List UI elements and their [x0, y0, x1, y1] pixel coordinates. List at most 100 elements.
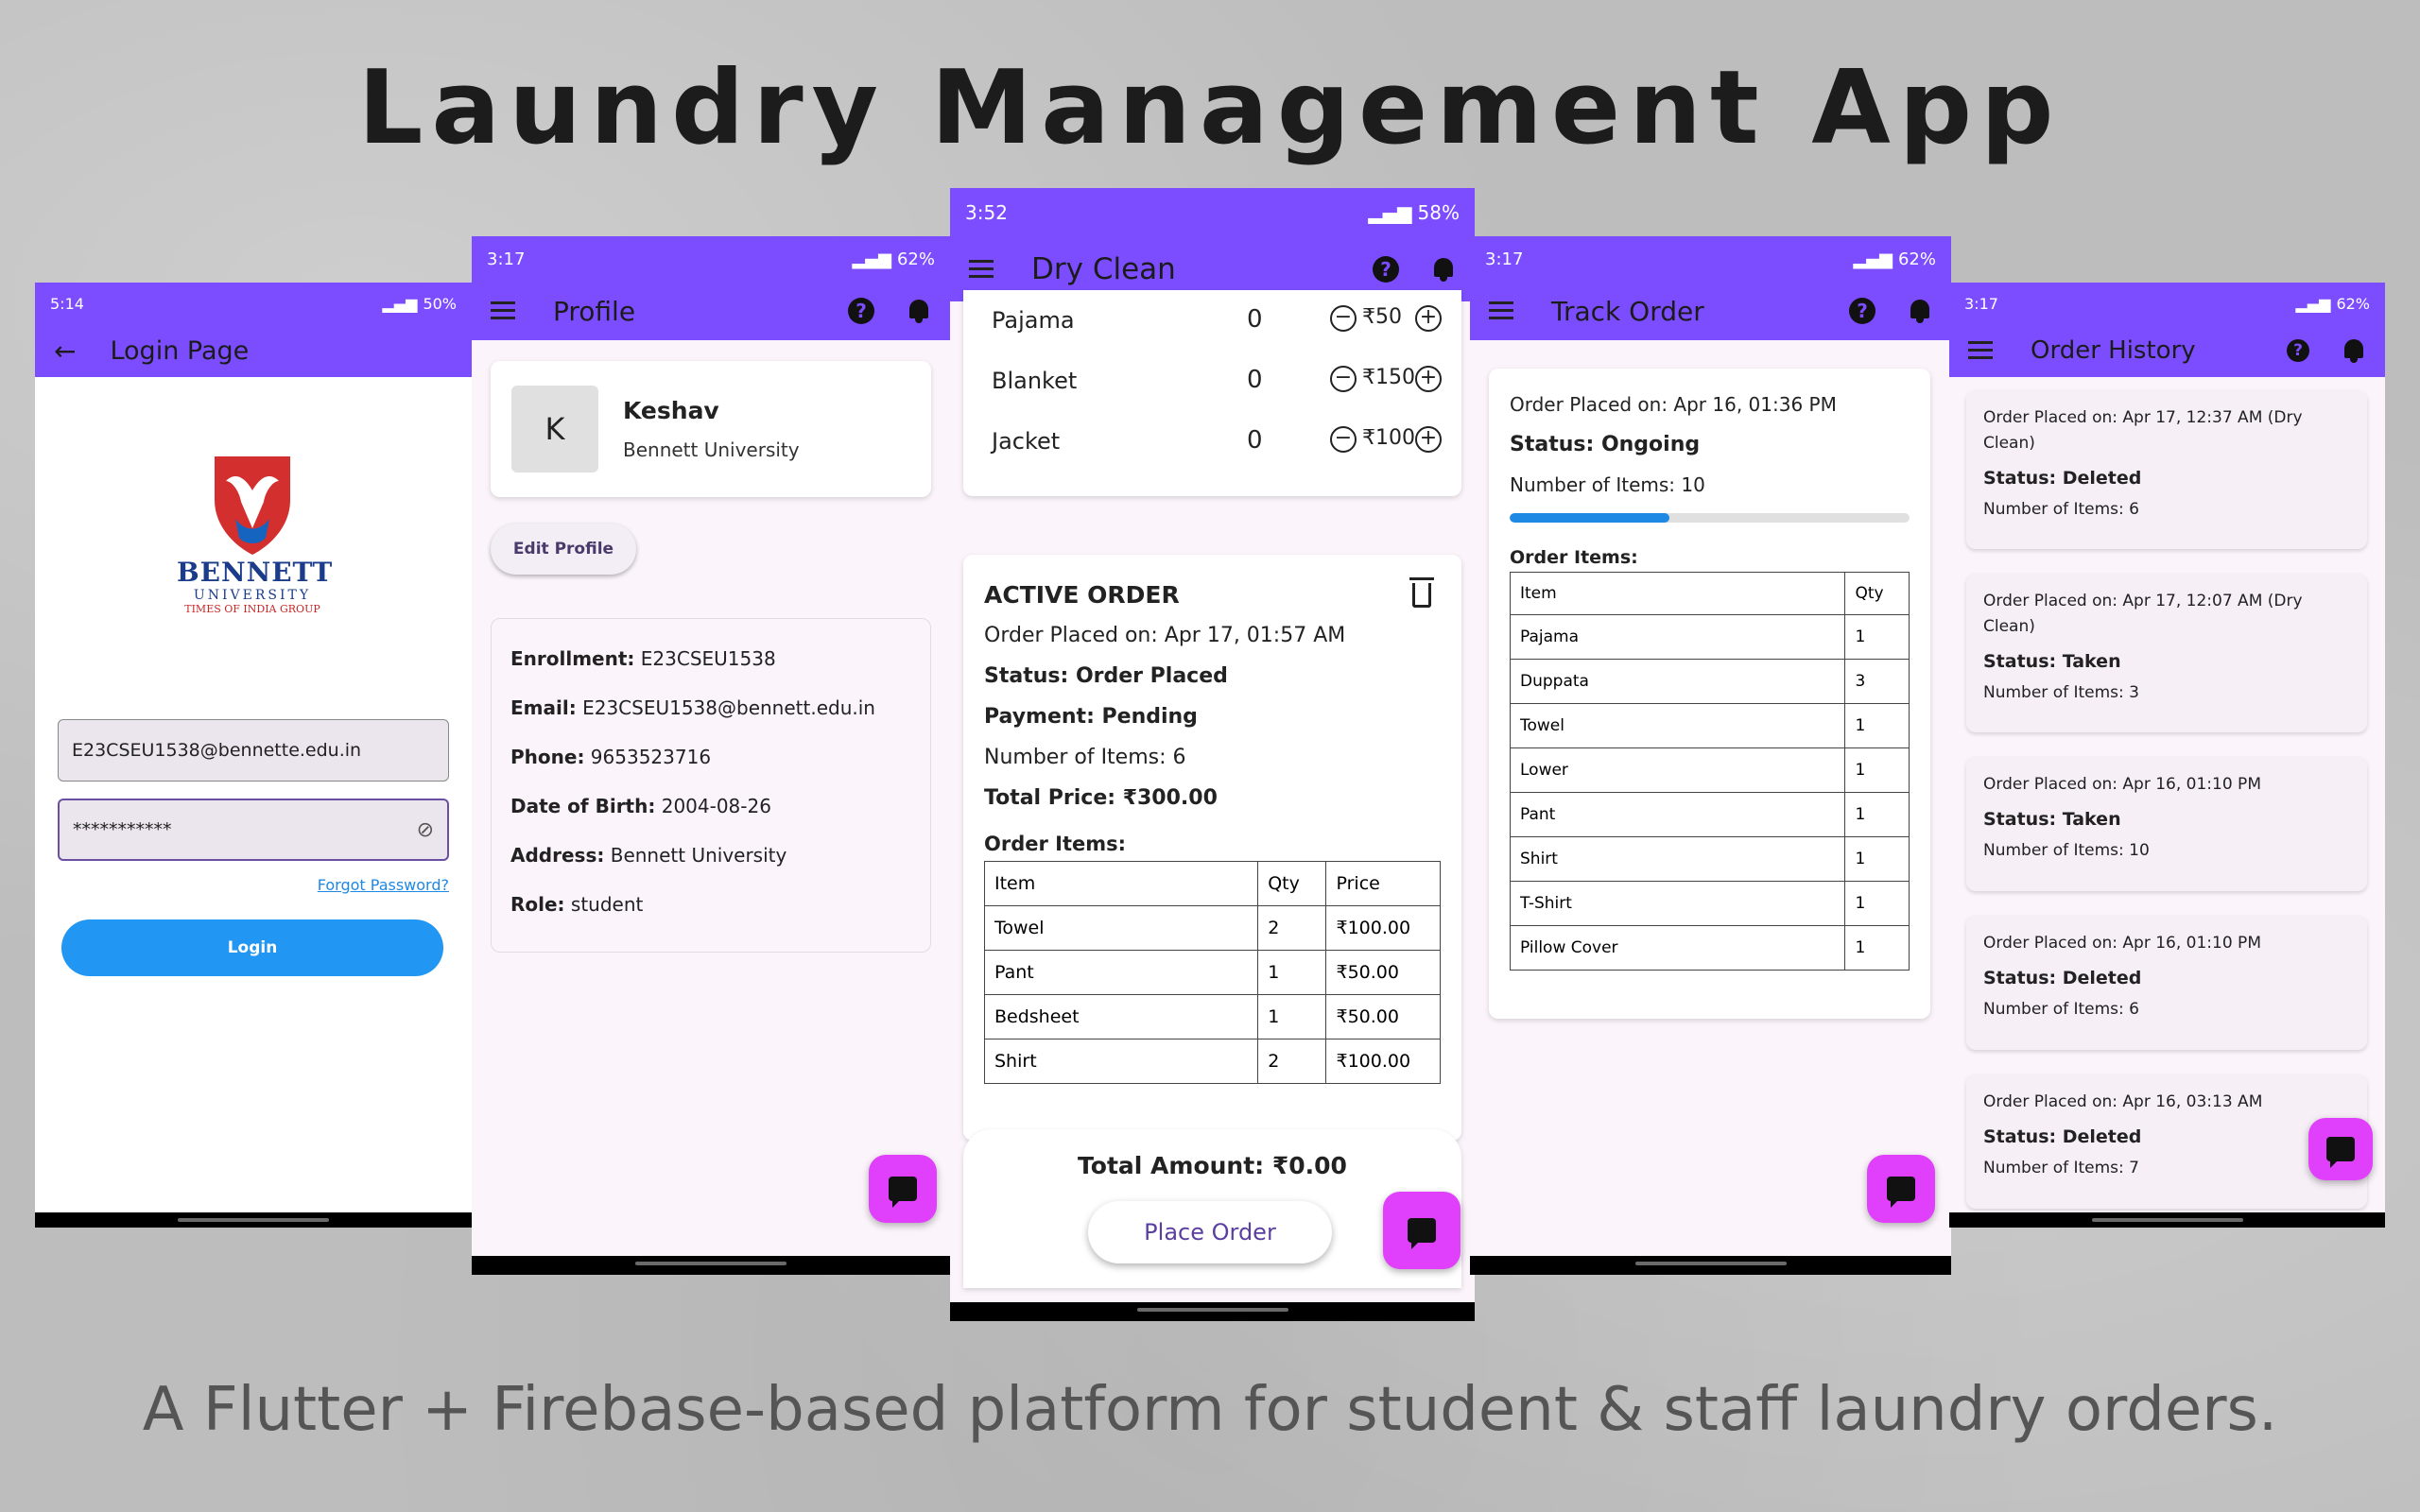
table-row: Pillow Cover 1 [1509, 925, 1910, 971]
page-title: Order History [2031, 336, 2196, 365]
field-value: student [570, 893, 644, 916]
add-circle-icon[interactable]: + [1415, 366, 1442, 392]
order-placed: Order Placed on: Apr 16, 03:13 AM [1983, 1092, 2263, 1111]
menu-icon[interactable] [969, 260, 994, 279]
table-cell: ₹100.00 [1325, 905, 1441, 951]
status-time: 3:17 [487, 249, 526, 269]
field-value: 2004-08-26 [661, 795, 771, 817]
history-card[interactable]: Order Placed on: Apr 17, 12:37 AM (Dry C… [1966, 390, 2367, 549]
table-cell: Bedsheet [983, 994, 1259, 1040]
table-row: Pant 1 ₹50.00 [983, 950, 1441, 995]
profile-header-card: K Keshav Bennett University [491, 361, 931, 497]
chat-fab[interactable] [1867, 1155, 1935, 1223]
logo-group: TIMES OF INDIA GROUP [184, 603, 320, 615]
order-items-label: Order Items: [1510, 547, 1638, 568]
table-cell: 1 [1844, 925, 1910, 971]
profile-field: Role: student [510, 893, 911, 916]
item-qty: 0 [1247, 366, 1263, 394]
menu-icon[interactable] [1968, 341, 1993, 360]
track-card: Order Placed on: Apr 16, 01:36 PM Status… [1489, 369, 1930, 1019]
status-time: 5:14 [50, 294, 84, 313]
status-bar: 3:17 ▂▄▆ 62% [1949, 283, 2385, 324]
chat-fab[interactable] [869, 1155, 937, 1223]
battery-level: 62% [896, 249, 935, 269]
status-bar: 3:17 ▂▄▆ 62% [472, 236, 950, 282]
profile-org: Bennett University [623, 438, 800, 461]
bell-icon[interactable] [907, 298, 931, 324]
chat-fab[interactable] [2308, 1118, 2373, 1180]
nav-bar [472, 1256, 950, 1275]
help-icon[interactable]: ? [1849, 298, 1876, 324]
table-row: T-Shirt 1 [1509, 881, 1910, 926]
item-row: Blanket 0 − ₹150 + [963, 351, 1461, 411]
signal-icon: ▂▄▆ [2295, 294, 2331, 313]
table-row: Pant 1 [1509, 792, 1910, 837]
item-list: Pajama 0− ₹50 + Blanket 0− ₹150 + Jacket 0− ₹100 + [963, 290, 1461, 472]
edit-profile-button[interactable]: Edit Profile [491, 524, 636, 575]
bell-icon[interactable] [1431, 256, 1456, 283]
remove-circle-icon[interactable]: − [1330, 305, 1357, 332]
help-icon[interactable]: ? [1373, 256, 1399, 283]
chat-icon [889, 1177, 917, 1208]
login-screen: 5:14 ▂▄▆ 50% ← Login Page BENNETT UNIVERS… [35, 283, 472, 1228]
table-cell: T-Shirt [1509, 881, 1846, 926]
back-arrow-icon[interactable]: ← [54, 335, 76, 367]
field-label: Email: [510, 696, 577, 719]
table-cell: Towel [983, 905, 1259, 951]
visibility-off-icon[interactable]: ⊘ [417, 818, 434, 842]
order-items-table: Item Qty Pajama 1 Duppata 3 Towel 1 Lower 1 Pant 1… [1509, 572, 1910, 971]
bell-icon[interactable] [2342, 337, 2366, 364]
table-cell: ₹50.00 [1325, 994, 1441, 1040]
delete-icon[interactable] [1409, 576, 1434, 608]
chat-fab[interactable] [1383, 1192, 1461, 1269]
help-icon[interactable]: ? [2287, 339, 2309, 362]
password-field[interactable]: *********** ⊘ [58, 799, 449, 861]
history-card[interactable]: Order Placed on: Apr 16, 01:10 PM Status:… [1966, 757, 2367, 891]
menu-icon[interactable] [1489, 301, 1513, 320]
item-count: Number of Items: 6 [984, 746, 1186, 769]
remove-circle-icon[interactable]: − [1330, 426, 1357, 453]
nav-bar [1949, 1212, 2385, 1228]
place-order-button[interactable]: Place Order [1088, 1201, 1332, 1263]
app-bar: Order History ? [1949, 324, 2385, 377]
field-label: Phone: [510, 746, 585, 768]
table-cell: Shirt [1509, 836, 1846, 882]
total-amount: Total Amount: ₹0.00 [1078, 1152, 1347, 1179]
add-circle-icon[interactable]: + [1415, 305, 1442, 332]
chat-icon [1408, 1218, 1436, 1249]
table-cell: Towel [1509, 703, 1846, 748]
signal-icon: ▂▄▆ [1368, 201, 1412, 224]
history-card[interactable]: Order Placed on: Apr 16, 03:13 AM Status:… [1966, 1074, 2367, 1209]
menu-icon[interactable] [491, 301, 515, 320]
forgot-password-link[interactable]: Forgot Password? [318, 876, 449, 894]
status-bar: 3:17 ▂▄▆ 62% [1470, 236, 1951, 282]
field-value: E23CSEU1538@bennett.edu.in [582, 696, 875, 719]
login-button[interactable]: Login [61, 919, 443, 976]
table-cell: 1 [1844, 703, 1910, 748]
avatar: K [511, 386, 598, 472]
app-bar: Profile ? [472, 282, 950, 340]
remove-circle-icon[interactable]: − [1330, 366, 1357, 392]
field-value: 9653523716 [590, 746, 712, 768]
item-price: ₹50 [1362, 305, 1402, 329]
bell-icon[interactable] [1908, 298, 1932, 324]
signal-icon: ▂▄▆ [852, 249, 891, 269]
order-history-list: Order Placed on: Apr 17, 12:37 AM (Dry C… [1966, 390, 2367, 1228]
add-circle-icon[interactable]: + [1415, 426, 1442, 453]
email-field[interactable]: E23CSEU1538@bennette.edu.in [58, 719, 449, 782]
order-items-label: Order Items: [984, 833, 1127, 855]
item-name: Pajama [992, 307, 1075, 334]
page-title: Dry Clean [1031, 252, 1176, 286]
history-card[interactable]: Order Placed on: Apr 17, 12:07 AM (Dry C… [1966, 574, 2367, 732]
table-cell: 2 [1257, 1039, 1327, 1084]
profile-field: Email: E23CSEU1538@bennett.edu.in [510, 696, 911, 719]
profile-screen: 3:17 ▂▄▆ 62% Profile ? K Keshav Bennett U… [472, 236, 950, 1275]
item-count: Number of Items: 10 [1983, 841, 2150, 860]
history-card[interactable]: Order Placed on: Apr 16, 01:10 PM Status:… [1966, 916, 2367, 1050]
email-value: E23CSEU1538@bennette.edu.in [72, 740, 362, 761]
order-status: Status: Taken [1983, 809, 2121, 830]
nav-bar [1470, 1256, 1951, 1275]
table-cell: 1 [1844, 792, 1910, 837]
table-cell: Duppata [1509, 659, 1846, 704]
help-icon[interactable]: ? [848, 298, 874, 324]
